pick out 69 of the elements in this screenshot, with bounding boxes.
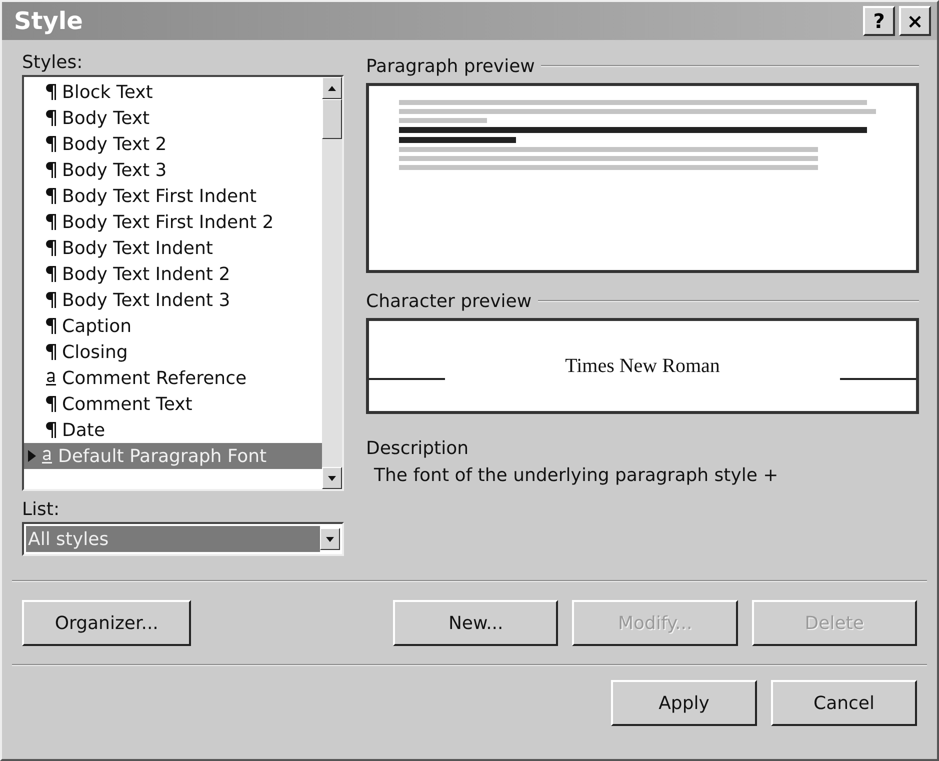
style-name: Default Paragraph Font	[58, 446, 267, 466]
pointer-icon	[28, 450, 36, 462]
style-name: Body Text Indent 3	[62, 290, 230, 310]
window-title: Style	[14, 7, 84, 35]
style-name: Body Text	[62, 108, 150, 128]
close-button[interactable]: ×	[899, 6, 931, 36]
paragraph-icon	[46, 266, 56, 282]
scroll-thumb[interactable]	[322, 99, 342, 139]
scroll-up-button[interactable]	[322, 77, 342, 99]
style-item[interactable]: Body Text First Indent 2	[24, 209, 322, 235]
scrollbar[interactable]	[322, 77, 342, 489]
style-item[interactable]: Body Text First Indent	[24, 183, 322, 209]
character-icon	[42, 448, 52, 464]
dropdown-button[interactable]	[320, 528, 340, 550]
dialog-button[interactable]: Apply	[611, 680, 757, 726]
paragraph-preview-label: Paragraph preview	[366, 56, 535, 77]
style-item[interactable]: Comment Text	[24, 391, 322, 417]
style-name: Date	[62, 420, 106, 440]
style-item[interactable]: Body Text	[24, 105, 322, 131]
dialog-button[interactable]: Cancel	[771, 680, 917, 726]
style-name: Body Text First Indent	[62, 186, 257, 206]
help-button[interactable]: ?	[863, 6, 895, 36]
description-text: The font of the underlying paragraph style +	[373, 464, 780, 486]
paragraph-icon	[46, 344, 56, 360]
style-item[interactable]: Body Text Indent	[24, 235, 322, 261]
paragraph-icon	[46, 84, 56, 100]
style-name: Body Text Indent	[62, 238, 213, 258]
style-name: Caption	[62, 316, 132, 336]
style-item[interactable]: Block Text	[24, 79, 322, 105]
styles-label: Styles:	[22, 52, 84, 73]
style-name: Comment Reference	[62, 368, 247, 388]
paragraph-icon	[46, 110, 56, 126]
down-arrow-icon	[326, 536, 334, 542]
paragraph-icon	[46, 214, 56, 230]
style-name: Body Text Indent 2	[62, 264, 230, 284]
style-item[interactable]: Caption	[24, 313, 322, 339]
style-name: Comment Text	[62, 394, 192, 414]
paragraph-icon	[46, 422, 56, 438]
scroll-down-button[interactable]	[322, 467, 342, 489]
down-arrow-icon	[328, 476, 336, 480]
style-item[interactable]: Body Text 2	[24, 131, 322, 157]
style-item[interactable]: Body Text Indent 3	[24, 287, 322, 313]
list-dropdown[interactable]: All styles	[22, 522, 344, 556]
paragraph-icon	[46, 162, 56, 178]
font-sample: Times New Roman	[564, 354, 721, 378]
character-preview-label: Character preview	[366, 291, 532, 312]
style-item[interactable]: Date	[24, 417, 322, 443]
dialog-button[interactable]: Organizer...	[22, 600, 192, 646]
style-name: Body Text 3	[62, 160, 167, 180]
style-name: Body Text 2	[62, 134, 167, 154]
dialog-button[interactable]: New...	[393, 600, 558, 646]
paragraph-icon	[46, 292, 56, 308]
style-item[interactable]: Default Paragraph Font	[24, 443, 322, 469]
style-name: Closing	[62, 342, 128, 362]
paragraph-icon	[46, 136, 56, 152]
style-name: Body Text First Indent 2	[62, 212, 274, 232]
style-item[interactable]: Body Text Indent 2	[24, 261, 322, 287]
description-label: Description	[366, 438, 469, 459]
list-label: List:	[22, 499, 61, 520]
style-item[interactable]: Closing	[24, 339, 322, 365]
style-item[interactable]: Body Text 3	[24, 157, 322, 183]
paragraph-icon	[46, 318, 56, 334]
paragraph-icon	[46, 188, 56, 204]
up-arrow-icon	[328, 86, 336, 90]
paragraph-icon	[46, 396, 56, 412]
style-item[interactable]: Comment Reference	[24, 365, 322, 391]
style-name: Block Text	[62, 82, 153, 102]
character-icon	[46, 370, 56, 386]
paragraph-icon	[46, 240, 56, 256]
